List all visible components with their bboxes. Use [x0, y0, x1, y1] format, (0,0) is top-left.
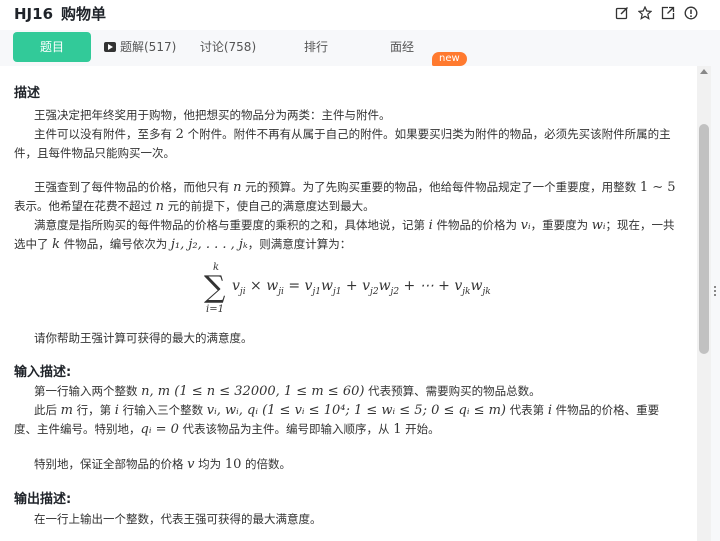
content-scrollbar[interactable]	[697, 66, 711, 541]
desc-paragraph-2: 主件可以没有附件，至多有 2 个附件。附件不再有从属于自己的附件。如果要买归类为…	[14, 127, 671, 160]
desc-paragraph-1: 王强决定把年终奖用于购物，他把想买的物品分为两类：主件与附件。	[34, 108, 391, 122]
input-paragraph-1: 第一行输入两个整数 n, m (1 ≤ n ≤ 32000, 1 ≤ m ≤ 6…	[34, 384, 541, 399]
problem-id: HJ16	[14, 5, 54, 23]
desc-paragraph-4: 满意度是指所购买的每件物品的价格与重要度的乘积的之和，具体地说，记第 i 件物品…	[14, 218, 675, 252]
edit-icon[interactable]	[615, 6, 629, 20]
desc-paragraph-3: 王强查到了每件物品的价格，而他只有 n 元的预算。为了先购买重要的物品，他给每件…	[14, 180, 676, 214]
share-icon[interactable]	[661, 6, 675, 20]
output-paragraph-1: 在一行上输出一个整数，代表王强可获得的最大满意度。	[34, 512, 322, 526]
input-heading: 输入描述:	[14, 365, 72, 380]
tab-solutions[interactable]: 题解(517)	[104, 32, 180, 62]
tab-discuss[interactable]: 讨论(758)	[196, 32, 260, 62]
tab-solutions-label: 题解(517)	[120, 40, 177, 54]
tab-interview[interactable]: 面经	[382, 32, 422, 62]
new-badge: new	[432, 52, 467, 66]
problem-name: 购物单	[61, 5, 107, 23]
scrollbar-thumb[interactable]	[699, 124, 709, 354]
input-paragraph-3: 特别地，保证全部物品的价格 v 均为 10 的倍数。	[34, 457, 292, 472]
description-heading: 描述	[14, 86, 41, 101]
input-paragraph-2: 此后 m 行，第 i 行输入三个整数 vᵢ, wᵢ, qᵢ (1 ≤ vᵢ ≤ …	[14, 403, 660, 437]
header-actions	[615, 6, 698, 20]
info-icon[interactable]	[684, 6, 698, 20]
page-title: HJ16 购物单	[14, 3, 106, 24]
tab-rank[interactable]: 排行	[296, 32, 336, 62]
satisfaction-formula: k ∑ i=1 vji × wji = vj1wj1 + vj2wj2 + ⋯ …	[204, 262, 491, 315]
top-bar: HJ16 购物单	[0, 0, 720, 30]
tab-problem[interactable]: 题目	[13, 32, 91, 62]
scroll-up-arrow-icon[interactable]	[700, 69, 708, 74]
output-heading: 输出描述:	[14, 492, 72, 507]
problem-content: 描述 王强决定把年终奖用于购物，他把想买的物品分为两类：主件与附件。 主件可以没…	[0, 66, 697, 541]
star-icon[interactable]	[638, 6, 652, 20]
problem-tabs: 题目 题解(517) 讨论(758) 排行 面经 new	[0, 30, 720, 66]
desc-paragraph-5: 请你帮助王强计算可获得的最大的满意度。	[34, 331, 253, 345]
video-play-icon	[104, 42, 116, 52]
panel-resize-handle[interactable]	[713, 284, 717, 302]
